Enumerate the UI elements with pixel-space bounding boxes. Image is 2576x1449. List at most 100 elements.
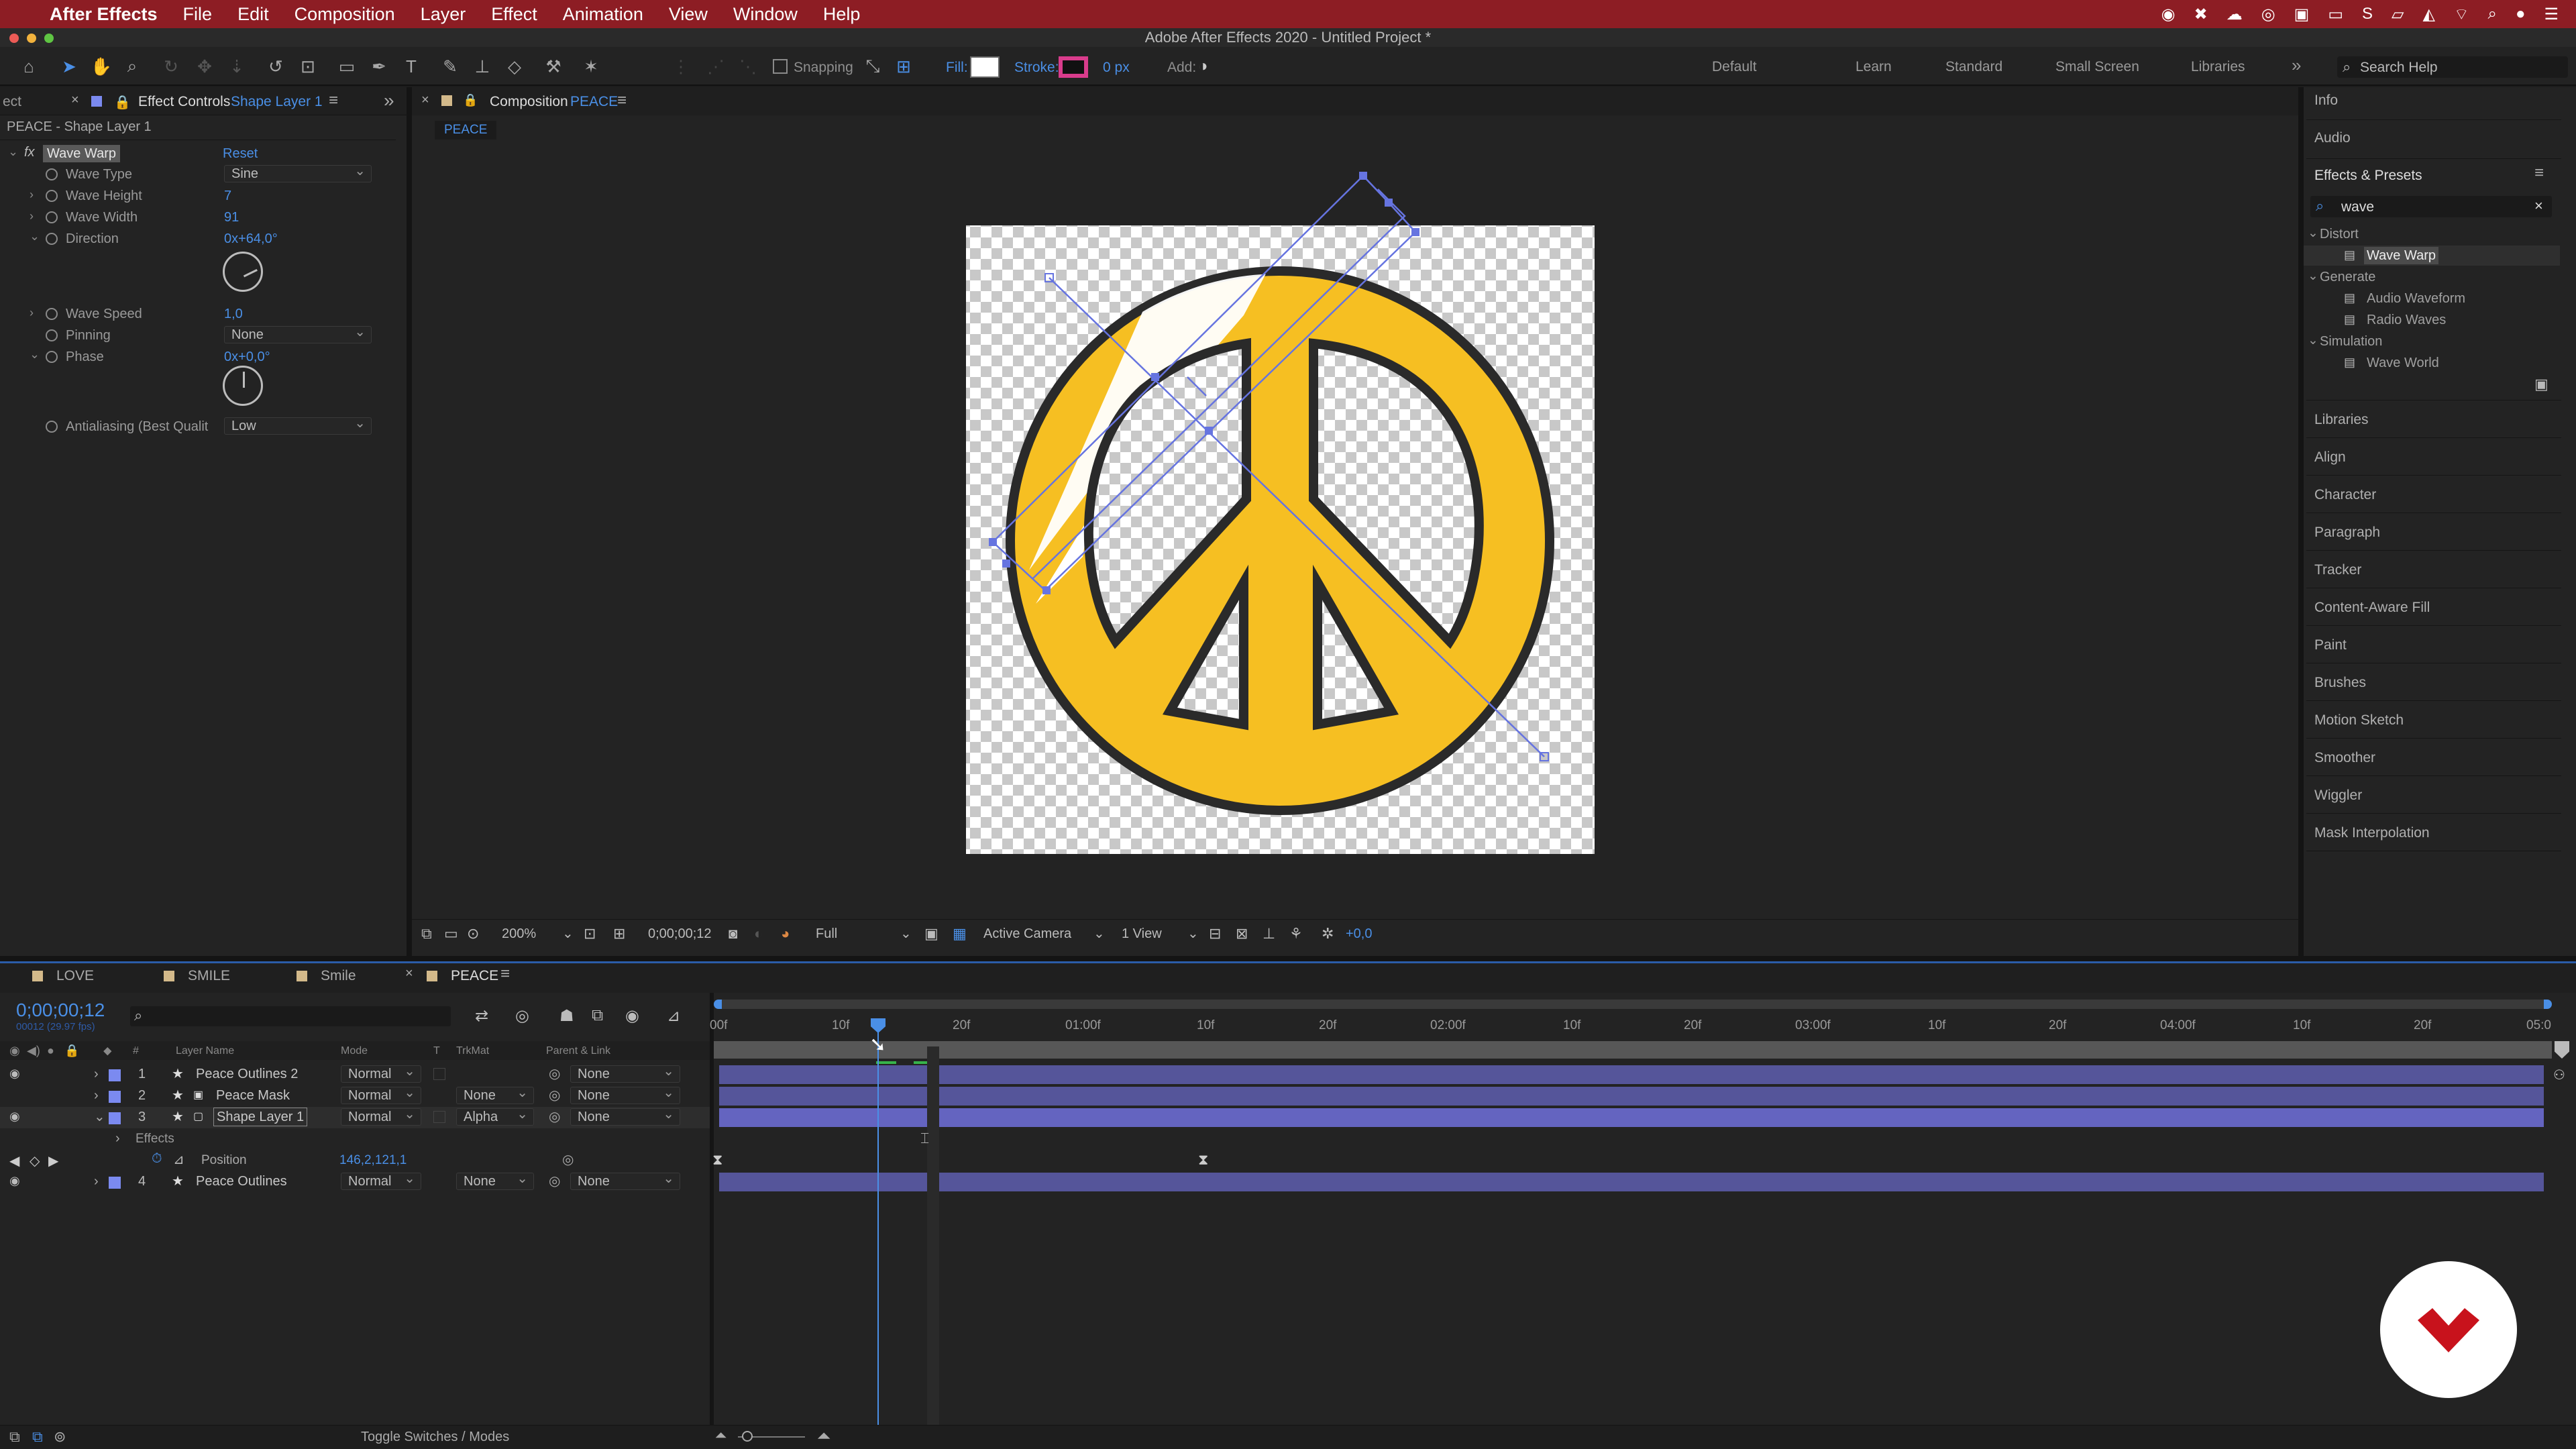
align-panel-tab[interactable]: Align — [2314, 449, 2346, 466]
timeline-tab-smile-2[interactable]: Smile — [297, 968, 356, 984]
fill-color-swatch[interactable] — [970, 56, 1000, 78]
menu-view[interactable]: View — [669, 4, 708, 25]
phase-dial[interactable] — [223, 366, 263, 406]
effects-presets-panel-title[interactable]: Effects & Presets — [2314, 168, 2422, 184]
expand-effects-icon[interactable]: › — [115, 1131, 120, 1146]
clear-search-icon[interactable]: × — [2534, 197, 2543, 215]
layer-label-color[interactable] — [109, 1091, 121, 1103]
cloud-icon[interactable]: ☁ — [2226, 5, 2243, 24]
work-area-navigator[interactable] — [714, 1000, 2552, 1009]
toggle-switches-modes-button[interactable]: Toggle Switches / Modes — [361, 1430, 509, 1445]
antialiasing-select[interactable]: Low — [224, 415, 372, 435]
spotlight-search-icon[interactable]: ⌕ — [2488, 5, 2497, 23]
parent-select[interactable]: None — [570, 1106, 680, 1126]
wave-speed-value[interactable]: 1,0 — [224, 307, 243, 322]
align-icon-3[interactable]: ⋱ — [738, 56, 758, 76]
layer-label-color[interactable] — [109, 1069, 121, 1081]
zoom-level-select[interactable]: 200% — [502, 926, 536, 942]
layer-row[interactable]: ◉ › 4 ★ Peace Outlines Normal None ◎ Non… — [0, 1171, 710, 1193]
menu-help[interactable]: Help — [823, 4, 861, 25]
fast-previews-icon[interactable]: ⊠ — [1236, 925, 1248, 943]
align-icon-1[interactable]: ⋮ — [671, 56, 691, 76]
current-time-display[interactable]: 0;00;00;12 — [648, 926, 712, 942]
layer-name[interactable]: Shape Layer 1 — [213, 1108, 308, 1126]
video-toggle-icon[interactable]: ◉ — [9, 1044, 20, 1058]
preserve-transparency-checkbox[interactable] — [433, 1111, 445, 1123]
layer-4-duration-bar[interactable] — [719, 1173, 2544, 1191]
comp-mini-flowchart-icon[interactable]: ⇄ — [475, 1006, 488, 1026]
time-ruler[interactable] — [714, 1010, 2552, 1038]
layer-name-column[interactable]: Layer Name — [176, 1045, 234, 1057]
menu-animation[interactable]: Animation — [563, 4, 643, 25]
effect-controls-layer-name[interactable]: Shape Layer 1 — [231, 94, 323, 110]
panel-divider[interactable] — [407, 87, 412, 956]
info-panel-tab[interactable]: Info — [2314, 93, 2338, 109]
layer-3-duration-bar[interactable] — [719, 1108, 2544, 1127]
screen-mirror-icon[interactable]: ▱ — [2392, 5, 2404, 24]
airplay-icon[interactable]: ◭ — [2423, 5, 2435, 24]
character-panel-tab[interactable]: Character — [2314, 487, 2376, 503]
search-help-field[interactable]: ⌕ Search Help — [2337, 56, 2568, 78]
paragraph-panel-tab[interactable]: Paragraph — [2314, 525, 2380, 541]
prev-keyframe-icon[interactable]: ◀ — [9, 1152, 19, 1169]
hand-tool-icon[interactable]: ✋ — [91, 56, 112, 76]
toggle-pixel-aspect-icon[interactable]: ⊟ — [1209, 925, 1221, 943]
creative-cloud-icon[interactable]: ◎ — [2261, 5, 2275, 24]
close-composition-tab-icon[interactable]: × — [421, 93, 429, 108]
transfer-controls-icon[interactable]: ⧉ — [32, 1428, 43, 1446]
graph-editor-icon[interactable]: ⊿ — [667, 1006, 680, 1026]
type-tool-icon[interactable]: T — [401, 56, 421, 76]
simulation-group[interactable]: Simulation — [2320, 334, 2382, 350]
expand-wave-width-icon[interactable]: › — [30, 209, 34, 223]
wave-type-select[interactable]: Sine — [224, 163, 372, 182]
visibility-eye-icon[interactable]: ◉ — [9, 1110, 20, 1124]
timeline-split-divider[interactable] — [710, 993, 714, 1436]
minimize-window-button[interactable] — [27, 34, 36, 43]
visibility-eye-icon[interactable]: ◉ — [9, 1174, 20, 1188]
simulation-group-toggle-icon[interactable]: ⌄ — [2308, 333, 2318, 348]
layer-mode-select[interactable]: Normal — [341, 1085, 421, 1104]
expand-layer-icon[interactable]: › — [94, 1174, 99, 1189]
direction-value[interactable]: 0x+64,0° — [224, 231, 278, 247]
snap-feature-icon[interactable]: ⤡ — [863, 56, 883, 76]
paint-panel-tab[interactable]: Paint — [2314, 637, 2347, 653]
s-app-icon[interactable]: S — [2362, 5, 2373, 23]
menu-file[interactable]: File — [183, 4, 213, 25]
direction-dial[interactable] — [223, 252, 263, 292]
next-keyframe-icon[interactable]: ▶ — [48, 1152, 58, 1169]
window-icon[interactable]: ▣ — [2294, 5, 2310, 24]
pick-whip-icon[interactable]: ◎ — [549, 1065, 560, 1082]
layer-2-duration-bar[interactable] — [719, 1087, 2544, 1106]
parent-select[interactable]: None — [570, 1085, 680, 1104]
camera-dropdown-icon[interactable]: ⌄ — [1093, 925, 1105, 942]
wave-height-stopwatch-icon[interactable] — [46, 190, 58, 202]
stroke-color-swatch[interactable] — [1059, 56, 1088, 78]
zoom-dropdown-icon[interactable]: ⌄ — [562, 925, 574, 942]
pan-camera-icon[interactable]: ✥ — [195, 56, 215, 76]
shy-layers-icon[interactable]: ☗ — [559, 1006, 574, 1026]
roto-brush-tool-icon[interactable]: ⚒ — [543, 56, 564, 76]
rotation-tool-icon[interactable]: ↺ — [266, 56, 286, 76]
menu-effect[interactable]: Effect — [491, 4, 537, 25]
zoom-in-icon[interactable]: ⏶ — [817, 1426, 831, 1447]
layer-mode-select[interactable]: Normal — [341, 1063, 421, 1083]
layer-row-selected[interactable]: ◉ ⌄ 3 ★ ▢ Shape Layer 1 Normal Alpha ◎ N… — [0, 1106, 710, 1128]
workspace-default[interactable]: Default — [1712, 59, 1757, 75]
comp-button-icon[interactable]: ⚇ — [2553, 1067, 2565, 1083]
workspace-overflow-icon[interactable]: » — [2292, 55, 2301, 76]
menu-edit[interactable]: Edit — [237, 4, 269, 25]
user-avatar-icon[interactable]: ● — [2516, 5, 2526, 23]
layer-name[interactable]: Peace Mask — [216, 1088, 290, 1104]
brushes-panel-tab[interactable]: Brushes — [2314, 675, 2366, 691]
motion-sketch-panel-tab[interactable]: Motion Sketch — [2314, 712, 2404, 729]
effect-radio-waves[interactable]: Radio Waves — [2367, 313, 2446, 328]
wiggler-panel-tab[interactable]: Wiggler — [2314, 788, 2362, 804]
layer-switches-icon[interactable]: ⧉ — [9, 1428, 20, 1446]
new-preset-folder-icon[interactable]: ▣ — [2534, 376, 2548, 393]
pick-whip-icon[interactable]: ◎ — [549, 1108, 560, 1125]
timeline-icon[interactable]: ⊥ — [1263, 925, 1275, 943]
fx-toggle-icon[interactable]: fx — [24, 145, 35, 160]
graph-icon[interactable]: ⊿ — [173, 1151, 184, 1168]
zoom-tool-icon[interactable]: ⌕ — [122, 56, 142, 76]
color-channel-icon[interactable]: ◕ — [781, 925, 790, 943]
